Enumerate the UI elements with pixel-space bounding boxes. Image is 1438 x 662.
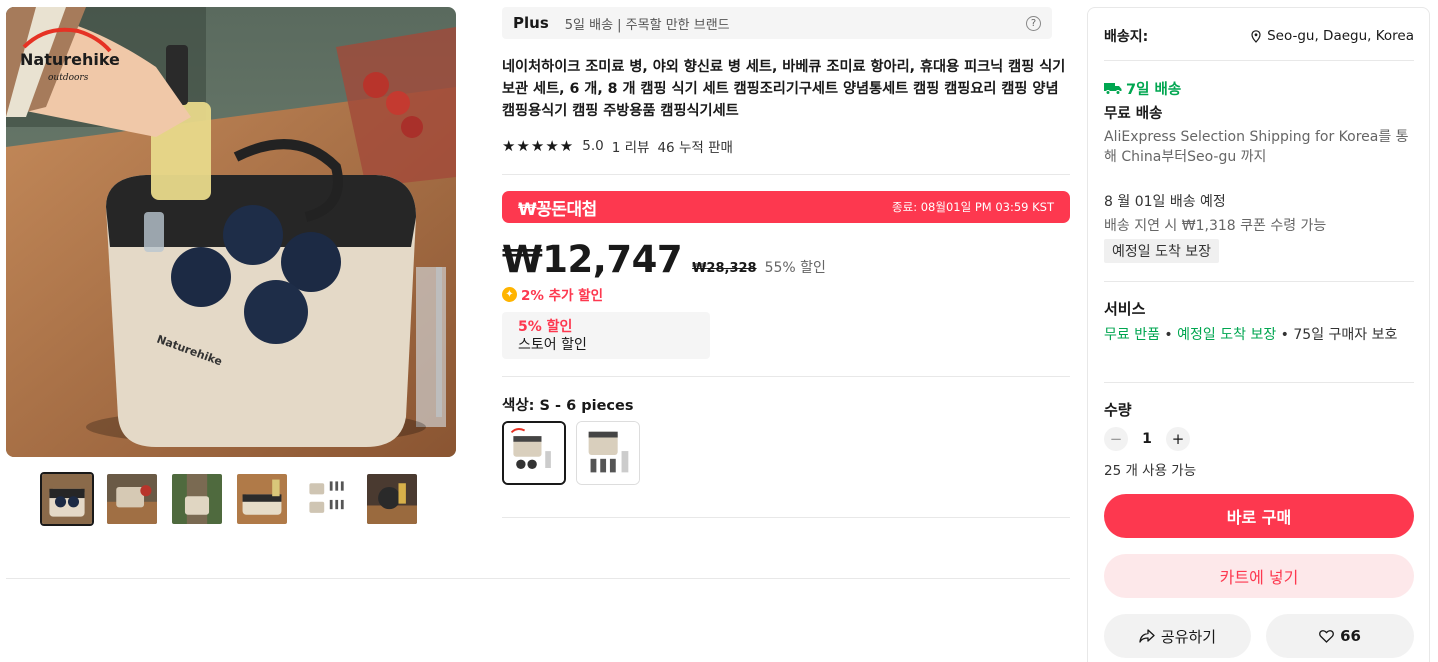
buyer-protection: • 75일 구매자 보호 bbox=[1276, 327, 1398, 343]
store-coupon-percent: 5% 할인 bbox=[518, 319, 573, 335]
rating-row: ★★★★★ 5.0 1 리뷰 46 누적 판매 bbox=[502, 136, 741, 156]
store-coupon[interactable]: 5% 할인 스토어 할인 bbox=[502, 312, 710, 359]
delivery-eta: 8 월 01일 배송 예정 bbox=[1104, 194, 1226, 210]
heart-icon bbox=[1319, 629, 1334, 643]
plus-text: 5일 배송 | 주목할 만한 브랜드 bbox=[564, 17, 730, 33]
share-icon bbox=[1139, 629, 1155, 643]
stock-available: 25 개 사용 가능 bbox=[1104, 463, 1197, 479]
add-to-cart-button[interactable]: 카트에 넣기 bbox=[1104, 554, 1414, 598]
color-swatches bbox=[502, 421, 640, 485]
divider bbox=[1104, 281, 1414, 282]
wishlist-count: 66 bbox=[1340, 627, 1361, 645]
delivery-days-text: 7일 배송 bbox=[1126, 82, 1182, 98]
divider bbox=[502, 517, 1070, 518]
help-icon[interactable]: ? bbox=[1026, 15, 1041, 31]
free-return: 무료 반품 bbox=[1104, 327, 1160, 343]
main-product-image[interactable]: Naturehike Naturehike outdoors bbox=[6, 7, 456, 457]
divider bbox=[1104, 382, 1414, 383]
quantity-title: 수량 bbox=[1104, 401, 1132, 419]
share-button[interactable]: 공유하기 bbox=[1104, 614, 1251, 658]
current-price: ₩12,747 bbox=[502, 238, 683, 281]
shipping-route: AliExpress Selection Shipping for Korea를… bbox=[1104, 129, 1409, 165]
brand-logo-text: Naturehike bbox=[20, 50, 120, 69]
service-sep: • bbox=[1159, 327, 1178, 343]
service-title: 서비스 bbox=[1104, 300, 1146, 318]
quantity-value[interactable]: 1 bbox=[1128, 431, 1166, 447]
thumbnail-4[interactable] bbox=[235, 472, 289, 526]
plus-label: Plus bbox=[513, 14, 549, 32]
quantity-stepper: − 1 + bbox=[1104, 427, 1190, 451]
original-price: ₩28,328 bbox=[692, 261, 757, 276]
on-time-guarantee-tag: 예정일 도착 보장 bbox=[1104, 239, 1220, 263]
ship-to-row[interactable]: 배송지: Seo-gu, Daegu, Korea bbox=[1104, 26, 1414, 46]
store-coupon-label: 스토어 할인 bbox=[518, 337, 587, 353]
deal-name: ₩꽁돈대첩 bbox=[518, 199, 597, 220]
delivery-days: 7일 배송 bbox=[1104, 78, 1181, 99]
quantity-minus-button[interactable]: − bbox=[1104, 427, 1128, 451]
brand-logo-sub: outdoors bbox=[48, 73, 89, 83]
divider bbox=[502, 376, 1070, 377]
coin-icon: ✦ bbox=[502, 286, 517, 302]
plus-bar: Plus 5일 배송 | 주목할 만한 브랜드 ? bbox=[502, 7, 1052, 39]
price-row: ₩12,747 ₩28,328 55% 할인 bbox=[502, 238, 826, 281]
thumbnail-2[interactable] bbox=[105, 472, 159, 526]
extra-discount: ✦ 2% 추가 할인 bbox=[502, 284, 603, 304]
review-count[interactable]: 1 리뷰 bbox=[612, 136, 650, 156]
thumbnail-6[interactable] bbox=[365, 472, 419, 526]
ship-to-location[interactable]: Seo-gu, Daegu, Korea bbox=[1251, 26, 1414, 46]
on-time-guarantee: 예정일 도착 보장 bbox=[1177, 327, 1277, 343]
thumbnail-1[interactable] bbox=[40, 472, 94, 526]
location-pin-icon bbox=[1251, 29, 1261, 43]
deal-banner: ₩꽁돈대첩 종료: 08월01일 PM 03:59 KST bbox=[502, 191, 1070, 223]
color-label: 색상: S - 6 pieces bbox=[502, 398, 634, 414]
color-option-6-pieces[interactable] bbox=[502, 421, 566, 485]
share-label: 공유하기 bbox=[1160, 627, 1217, 646]
location-text: Seo-gu, Daegu, Korea bbox=[1267, 28, 1414, 44]
divider bbox=[1104, 60, 1414, 61]
color-option-8-pieces[interactable] bbox=[576, 421, 640, 485]
extra-discount-text: 2% 추가 할인 bbox=[521, 288, 603, 304]
thumbnail-5[interactable] bbox=[300, 472, 354, 526]
purchase-panel: 배송지: Seo-gu, Daegu, Korea 7일 배송 무료 배송 Al… bbox=[1087, 7, 1430, 662]
deal-end-time: 종료: 08월01일 PM 03:59 KST bbox=[892, 200, 1054, 214]
sold-count: 46 누적 판매 bbox=[657, 140, 733, 156]
wishlist-button[interactable]: 66 bbox=[1266, 614, 1414, 658]
free-shipping: 무료 배송 bbox=[1104, 106, 1163, 122]
discount-percent: 55% 할인 bbox=[764, 260, 826, 276]
buy-now-button[interactable]: 바로 구매 bbox=[1104, 494, 1414, 538]
section-divider bbox=[6, 578, 1070, 579]
truck-icon bbox=[1104, 83, 1122, 95]
quantity-plus-button[interactable]: + bbox=[1166, 427, 1190, 451]
rating-value: 5.0 bbox=[582, 138, 604, 154]
star-rating-icon: ★★★★★ bbox=[502, 137, 575, 155]
divider bbox=[502, 174, 1070, 175]
thumbnail-3[interactable] bbox=[170, 472, 224, 526]
delay-coupon: 배송 지연 시 ₩1,318 쿠폰 수령 가능 bbox=[1104, 218, 1327, 234]
product-title: 네이처하이크 조미료 병, 야외 향신료 병 세트, 바베큐 조미료 항아리, … bbox=[502, 59, 1066, 119]
ship-to-label: 배송지: bbox=[1104, 29, 1149, 45]
thumbnail-strip bbox=[40, 472, 419, 526]
service-text[interactable]: 무료 반품 • 예정일 도착 보장 • 75일 구매자 보호 bbox=[1104, 325, 1416, 345]
